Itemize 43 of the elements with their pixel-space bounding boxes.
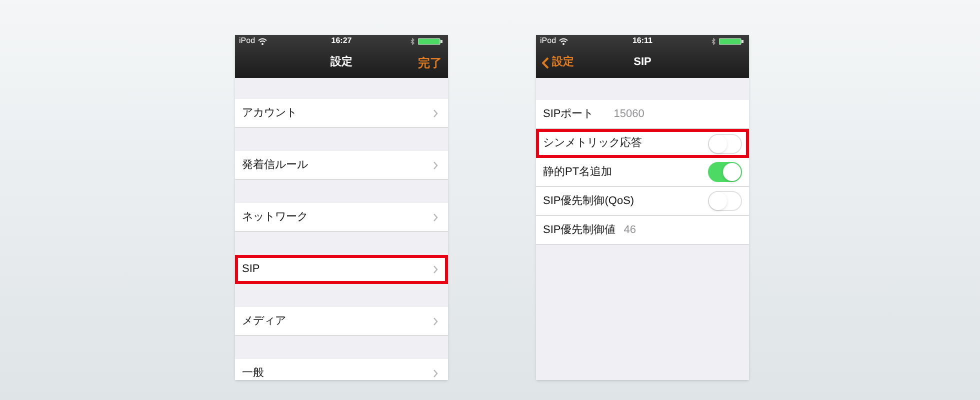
settings-row[interactable]: SIP	[235, 255, 448, 284]
row-value: 46	[624, 222, 636, 238]
bluetooth-icon	[410, 38, 415, 44]
chevron-right-icon	[433, 212, 438, 222]
settings-row[interactable]: アカウント	[235, 99, 448, 128]
row-label: ネットワーク	[242, 210, 308, 225]
settings-row[interactable]: 一般	[235, 359, 448, 380]
row-label: 一般	[242, 366, 264, 380]
toggle-switch[interactable]	[708, 134, 742, 154]
settings-row[interactable]: 発着信ルール	[235, 151, 448, 180]
row-value: 15060	[614, 106, 644, 122]
done-button[interactable]: 完了	[418, 54, 442, 72]
row-label: 発着信ルール	[242, 158, 308, 173]
settings-row[interactable]: メディア	[235, 307, 448, 336]
chevron-right-icon	[433, 108, 438, 118]
wifi-icon	[258, 38, 268, 44]
screen-title: 設定	[330, 54, 352, 70]
bluetooth-icon	[711, 38, 716, 44]
battery-icon	[719, 38, 745, 44]
battery-icon	[418, 38, 444, 44]
chevron-right-icon	[433, 316, 438, 326]
settings-row[interactable]: ネットワーク	[235, 203, 448, 232]
row-label: SIP優先制御値	[543, 222, 616, 238]
row-label: シンメトリック応答	[543, 136, 642, 152]
chevron-right-icon	[433, 265, 438, 274]
carrier-label: iPod	[239, 35, 256, 47]
wifi-icon	[559, 38, 568, 44]
row-label: メディア	[242, 314, 286, 329]
screen-title: SIP	[634, 55, 652, 70]
toggle-switch[interactable]	[708, 162, 742, 182]
status-time: 16:11	[632, 35, 653, 47]
row-label: SIP	[242, 262, 260, 278]
status-time: 16:27	[331, 35, 352, 47]
chevron-right-icon	[433, 368, 438, 378]
row-label: アカウント	[242, 106, 297, 121]
row-label: 静的PT名追加	[543, 164, 612, 180]
row-label: SIPポート	[543, 106, 594, 122]
row-label: SIP優先制御(QoS)	[543, 194, 634, 209]
carrier-label: iPod	[540, 35, 556, 47]
back-button[interactable]: 設定	[542, 54, 574, 71]
chevron-right-icon	[433, 160, 438, 170]
chevron-left-icon	[542, 56, 549, 68]
toggle-switch[interactable]	[708, 191, 742, 211]
